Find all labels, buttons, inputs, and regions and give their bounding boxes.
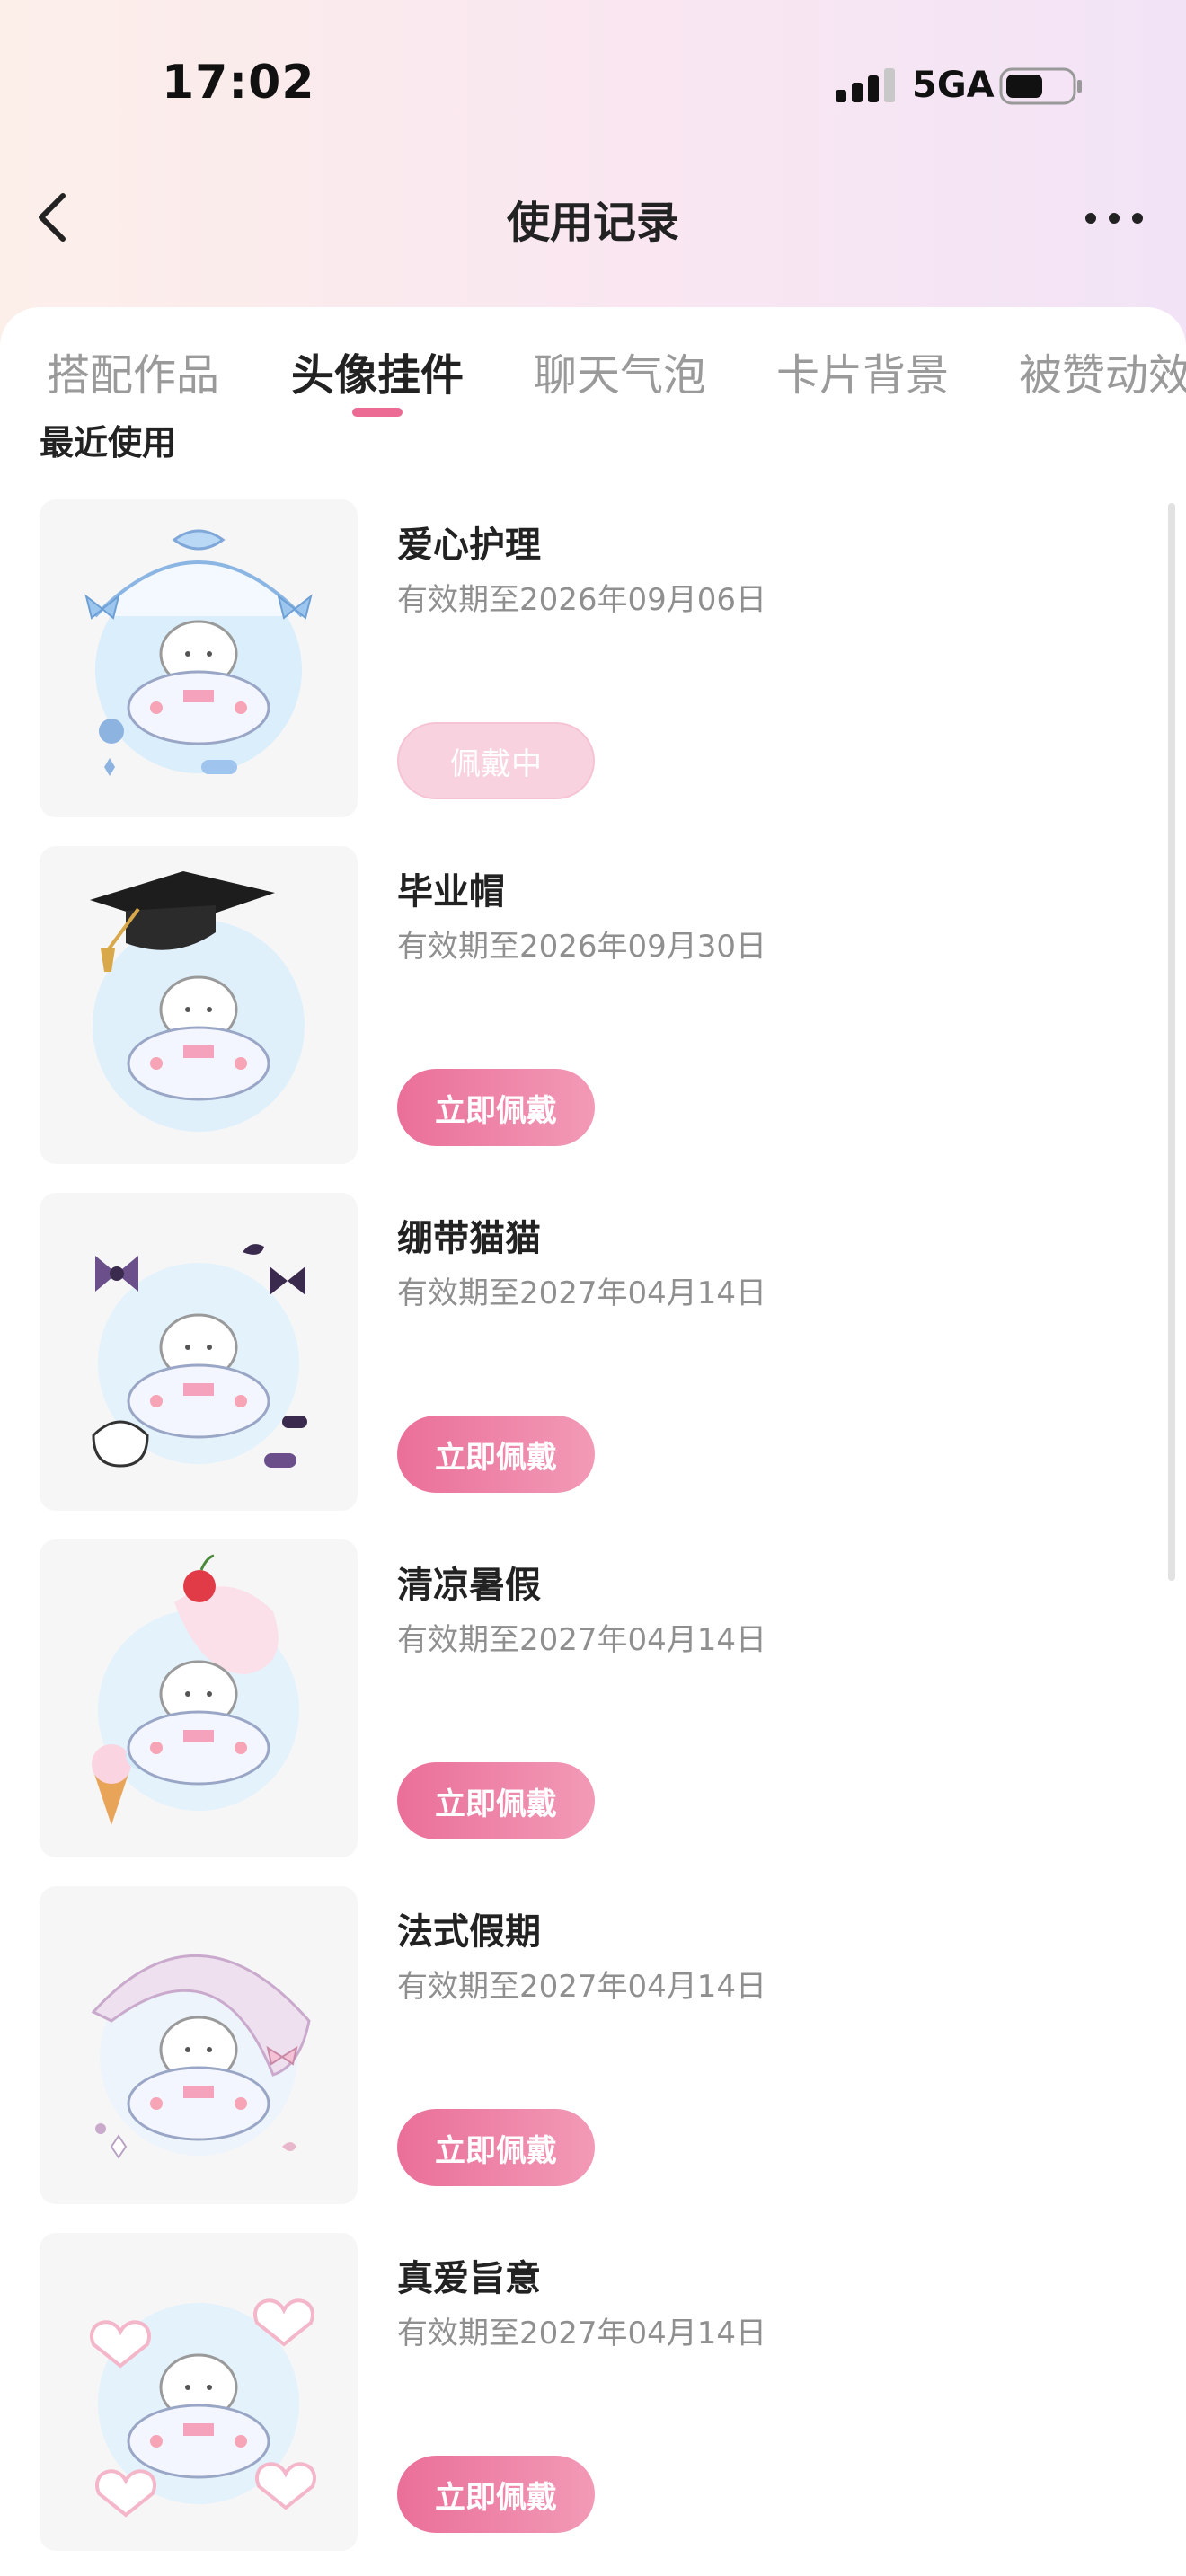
item-name: 毕业帽	[397, 871, 505, 913]
tab-card-background[interactable]: 卡片背景	[776, 340, 949, 402]
hearts-frame-icon	[90, 2298, 316, 2518]
wear-now-button[interactable]: 立即佩戴	[397, 2456, 595, 2533]
item-name: 真爱旨意	[397, 2258, 541, 2299]
more-dots-icon[interactable]	[1078, 196, 1150, 241]
pendant-thumbnail[interactable]	[40, 846, 358, 1164]
pendant-thumbnail[interactable]	[40, 2233, 358, 2551]
bandage-cat-frame-icon	[92, 1244, 307, 1468]
list-item: 真爱旨意 有效期至2027年04月14日 立即佩戴	[0, 2233, 1186, 2576]
item-name: 绷带猫猫	[397, 1218, 541, 1259]
tab-like-effect[interactable]: 被赞动效	[1019, 340, 1186, 402]
list-item: 毕业帽 有效期至2026年09月30日 立即佩戴	[0, 846, 1186, 1193]
status-bar: 17:02 5GA	[0, 0, 1186, 171]
summer-icecream-frame-icon	[92, 1554, 299, 1825]
content-panel: 搭配作品 头像挂件 聊天气泡 卡片背景 被赞动效 最近使用 爱心护理 有效期至2…	[0, 307, 1186, 2576]
list-item: 清凉暑假 有效期至2027年04月14日 立即佩戴	[0, 1539, 1186, 1886]
tab-outfit-works[interactable]: 搭配作品	[47, 340, 219, 402]
network-type: 5GA	[912, 65, 995, 106]
item-validity: 有效期至2027年04月14日	[397, 1969, 767, 2005]
list-item: 法式假期 有效期至2027年04月14日 立即佩戴	[0, 1886, 1186, 2233]
nurse-cap-frame-icon	[84, 529, 313, 776]
active-tab-indicator	[352, 408, 403, 417]
battery-icon	[999, 67, 1082, 105]
list-scrollbar[interactable]	[1168, 503, 1175, 1581]
signal-bars-icon	[836, 68, 895, 102]
wear-now-button[interactable]: 立即佩戴	[397, 2109, 595, 2186]
status-time: 17:02	[162, 56, 315, 110]
nav-bar: 使用记录	[0, 171, 1186, 305]
item-name: 法式假期	[397, 1911, 541, 1953]
tab-avatar-pendant[interactable]: 头像挂件	[291, 340, 464, 402]
item-validity: 有效期至2027年04月14日	[397, 1622, 767, 1658]
item-validity: 有效期至2027年04月14日	[397, 2316, 767, 2351]
list-item: 绷带猫猫 有效期至2027年04月14日 立即佩戴	[0, 1193, 1186, 1539]
tab-bar: 搭配作品 头像挂件 聊天气泡 卡片背景 被赞动效	[0, 307, 1186, 424]
item-validity: 有效期至2026年09月06日	[397, 582, 767, 618]
graduation-cap-frame-icon	[90, 871, 305, 1132]
wear-now-button[interactable]: 立即佩戴	[397, 1416, 595, 1493]
section-title: 最近使用	[40, 423, 177, 463]
page-title: 使用记录	[506, 198, 679, 248]
pendant-thumbnail[interactable]	[40, 1193, 358, 1511]
pendant-thumbnail[interactable]	[40, 1886, 358, 2204]
french-lace-frame-icon	[91, 1954, 311, 2159]
list-item: 爱心护理 有效期至2026年09月06日 佩戴中	[0, 499, 1186, 846]
wear-now-button[interactable]: 立即佩戴	[397, 1069, 595, 1146]
tab-chat-bubble[interactable]: 聊天气泡	[534, 340, 706, 402]
wearing-button[interactable]: 佩戴中	[397, 722, 595, 799]
item-name: 清凉暑假	[397, 1565, 541, 1606]
pendant-thumbnail[interactable]	[40, 1539, 358, 1857]
item-validity: 有效期至2027年04月14日	[397, 1275, 767, 1311]
wear-now-button[interactable]: 立即佩戴	[397, 1762, 595, 1839]
item-name: 爱心护理	[397, 525, 541, 566]
pendant-thumbnail[interactable]	[40, 499, 358, 817]
item-validity: 有效期至2026年09月30日	[397, 929, 767, 965]
